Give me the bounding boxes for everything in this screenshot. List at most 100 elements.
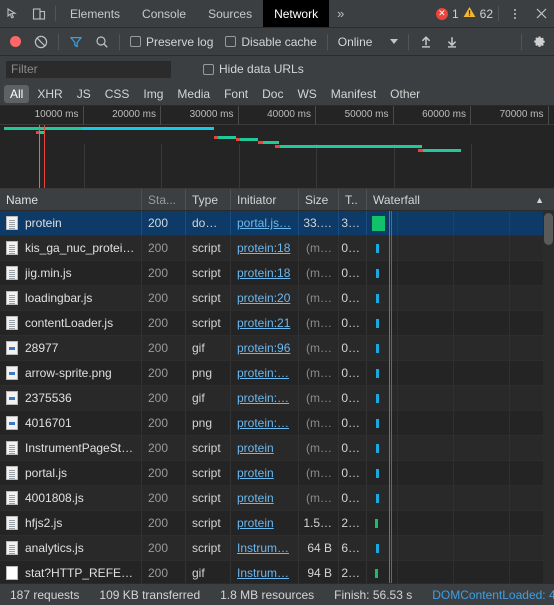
scrollbar-thumb[interactable]	[544, 213, 553, 245]
table-row[interactable]: InstrumentPageStar… 200 script protein (m… 0…	[0, 436, 554, 461]
table-row[interactable]: arrow-sprite.png 200 png protein:… (m… 0…	[0, 361, 554, 386]
import-har-icon[interactable]	[413, 29, 439, 55]
type-filter-ws[interactable]: WS	[291, 85, 322, 103]
tab-network[interactable]: Network	[263, 0, 330, 27]
initiator-link[interactable]: protein:…	[237, 366, 289, 380]
record-button-icon[interactable]	[2, 29, 28, 55]
throttling-value: Online	[337, 34, 373, 49]
table-row[interactable]: loadingbar.js 200 script protein:20 (m… 0…	[0, 286, 554, 311]
column-header-time[interactable]: T..	[339, 189, 367, 210]
overview-waterfall-canvas	[0, 125, 554, 188]
table-row[interactable]: hfjs2.js 200 script protein 1.5… 2…	[0, 511, 554, 536]
cell-type: script	[186, 536, 231, 560]
image-file-icon	[6, 416, 18, 430]
more-tabs-button[interactable]: »	[329, 0, 352, 27]
request-name: portal.js	[25, 466, 68, 480]
initiator-link[interactable]: protein:…	[237, 391, 289, 405]
type-filter-all[interactable]: All	[4, 84, 30, 103]
type-filter-xhr[interactable]: XHR	[31, 85, 68, 103]
requests-table-body[interactable]: protein 200 do… portal.js… 33.… 3… kis_ga_nuc_…	[0, 211, 554, 583]
table-row[interactable]: portal.js 200 script protein (m… 0…	[0, 461, 554, 486]
preserve-log-checkbox[interactable]: Preserve log	[124, 35, 219, 49]
resource-type-filters: All XHR JS CSS Img Media Font Doc WS Manifest Othe…	[0, 82, 554, 106]
tab-elements[interactable]: Elements	[59, 0, 131, 27]
column-header-status[interactable]: Sta...	[142, 189, 186, 210]
issue-counters[interactable]: ✕ 1 62	[435, 0, 495, 27]
hide-data-urls-box[interactable]	[203, 63, 214, 75]
column-header-time-label: T..	[345, 192, 358, 207]
gear-icon[interactable]	[526, 29, 552, 55]
request-name: stat?HTTP_REFER…	[25, 566, 135, 580]
type-filter-manifest[interactable]: Manifest	[325, 85, 382, 103]
vertical-scrollbar[interactable]	[543, 211, 554, 583]
column-header-name[interactable]: Name	[0, 189, 142, 210]
search-icon[interactable]	[89, 29, 115, 55]
column-header-waterfall[interactable]: Waterfall ▲	[367, 189, 554, 210]
waterfall-divider[interactable]	[389, 211, 390, 583]
hide-data-urls-checkbox[interactable]: Hide data URLs	[197, 62, 310, 76]
type-filter-media[interactable]: Media	[171, 85, 216, 103]
request-name: loadingbar.js	[25, 291, 93, 305]
cell-size: (m…	[299, 336, 339, 360]
initiator-link[interactable]: protein:20	[237, 291, 290, 305]
type-filter-other[interactable]: Other	[384, 85, 426, 103]
network-overview[interactable]: 10000 ms 20000 ms 30000 ms 40000 ms 50000 ms…	[0, 106, 554, 189]
cell-time: 0…	[339, 411, 367, 435]
table-row[interactable]: 28977 200 gif protein:96 (m… 0…	[0, 336, 554, 361]
throttling-dropdown[interactable]: Online	[332, 35, 405, 49]
counters-divider	[498, 6, 499, 21]
close-icon[interactable]	[528, 0, 554, 27]
initiator-link[interactable]: Instrum…	[237, 541, 289, 555]
initiator-link[interactable]: Instrum…	[237, 566, 289, 580]
initiator-link[interactable]: protein:21	[237, 316, 290, 330]
initiator-link[interactable]: protein:96	[237, 341, 290, 355]
table-row[interactable]: analytics.js 200 script Instrum… 64 B 6…	[0, 536, 554, 561]
initiator-link[interactable]: protein	[237, 491, 274, 505]
type-filter-img[interactable]: Img	[137, 85, 169, 103]
type-filter-css[interactable]: CSS	[99, 85, 136, 103]
table-row[interactable]: 4016701 200 png protein:… (m… 0…	[0, 411, 554, 436]
column-header-size[interactable]: Size	[299, 189, 339, 210]
initiator-link[interactable]: protein	[237, 516, 274, 530]
initiator-link[interactable]: protein	[237, 466, 274, 480]
cell-initiator: protein:18	[231, 261, 299, 285]
export-har-icon[interactable]	[439, 29, 465, 55]
initiator-link[interactable]: portal.js…	[237, 216, 291, 230]
table-row[interactable]: jig.min.js 200 script protein:18 (m… 0…	[0, 261, 554, 286]
inspect-cursor-icon[interactable]	[0, 0, 26, 27]
cell-name: InstrumentPageStar…	[0, 436, 142, 460]
table-row[interactable]: contentLoader.js 200 script protein:21 (m… 0…	[0, 311, 554, 336]
disable-cache-box[interactable]	[225, 36, 237, 47]
toolbar-divider	[55, 6, 56, 21]
filter-input[interactable]	[6, 60, 171, 78]
waterfall-gridline	[509, 536, 510, 560]
column-header-initiator[interactable]: Initiator	[231, 189, 299, 210]
cell-name: 28977	[0, 336, 142, 360]
tab-console[interactable]: Console	[131, 0, 197, 27]
type-filter-doc[interactable]: Doc	[256, 85, 289, 103]
waterfall-gridline	[453, 486, 454, 510]
table-row[interactable]: 4001808.js 200 script protein (m… 0…	[0, 486, 554, 511]
cell-size: (m…	[299, 411, 339, 435]
table-row[interactable]: stat?HTTP_REFER… 200 gif Instrum… 94 B 2…	[0, 561, 554, 583]
disable-cache-checkbox[interactable]: Disable cache	[219, 35, 322, 49]
initiator-link[interactable]: protein	[237, 441, 274, 455]
type-filter-font[interactable]: Font	[218, 85, 254, 103]
table-row[interactable]: 2375536 200 gif protein:… (m… 0…	[0, 386, 554, 411]
cell-waterfall	[367, 486, 554, 510]
tab-sources[interactable]: Sources	[197, 0, 263, 27]
initiator-link[interactable]: protein:…	[237, 416, 289, 430]
filter-funnel-icon[interactable]	[63, 29, 89, 55]
hide-data-urls-label: Hide data URLs	[219, 62, 304, 76]
table-row[interactable]: kis_ga_nuc_protein.js 200 script protein:18…	[0, 236, 554, 261]
preserve-log-box[interactable]	[130, 36, 141, 47]
type-filter-js[interactable]: JS	[71, 85, 97, 103]
clear-network-log-icon[interactable]	[28, 29, 54, 55]
cell-size: (m…	[299, 311, 339, 335]
table-row[interactable]: protein 200 do… portal.js… 33.… 3…	[0, 211, 554, 236]
column-header-type[interactable]: Type	[186, 189, 231, 210]
initiator-link[interactable]: protein:18	[237, 241, 290, 255]
initiator-link[interactable]: protein:18	[237, 266, 290, 280]
device-toolbar-icon[interactable]	[26, 0, 52, 27]
more-vertical-icon[interactable]	[502, 0, 528, 27]
